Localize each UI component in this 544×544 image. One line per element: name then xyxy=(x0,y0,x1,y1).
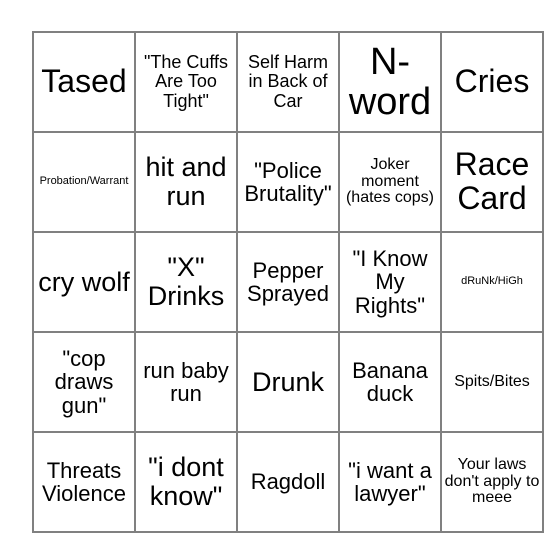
bingo-cell-r5c2[interactable]: "i dont know" xyxy=(134,431,238,533)
bingo-cell-r3c1[interactable]: cry wolf xyxy=(32,231,136,333)
bingo-cell-r4c4[interactable]: Banana duck xyxy=(338,331,442,433)
bingo-cell-r1c3[interactable]: Self Harm in Back of Car xyxy=(236,31,340,133)
bingo-cell-r1c4[interactable]: N-word xyxy=(338,31,442,133)
bingo-cell-r5c1[interactable]: Threats Violence xyxy=(32,431,136,533)
bingo-cell-r5c3[interactable]: Ragdoll xyxy=(236,431,340,533)
bingo-card-container: Tased "The Cuffs Are Too Tight" Self Har… xyxy=(32,31,544,533)
bingo-cell-r2c2[interactable]: hit and run xyxy=(134,131,238,233)
bingo-cell-r2c1[interactable]: Probation/Warrant xyxy=(32,131,136,233)
bingo-cell-r1c5[interactable]: Cries xyxy=(440,31,544,133)
bingo-cell-r4c2[interactable]: run baby run xyxy=(134,331,238,433)
bingo-cell-r2c3[interactable]: "Police Brutality" xyxy=(236,131,340,233)
bingo-cell-r4c3[interactable]: Drunk xyxy=(236,331,340,433)
bingo-cell-r3c2[interactable]: "X" Drinks xyxy=(134,231,238,333)
bingo-cell-r1c1[interactable]: Tased xyxy=(32,31,136,133)
bingo-cell-r3c5[interactable]: dRuNk/HiGh xyxy=(440,231,544,333)
bingo-cell-r1c2[interactable]: "The Cuffs Are Too Tight" xyxy=(134,31,238,133)
bingo-row: cry wolf "X" Drinks Pepper Sprayed "I Kn… xyxy=(32,231,544,333)
bingo-row: Threats Violence "i dont know" Ragdoll "… xyxy=(32,431,544,533)
bingo-cell-r2c4[interactable]: Joker moment (hates cops) xyxy=(338,131,442,233)
bingo-cell-r5c4[interactable]: "i want a lawyer" xyxy=(338,431,442,533)
bingo-cell-r2c5[interactable]: Race Card xyxy=(440,131,544,233)
bingo-cell-r3c3[interactable]: Pepper Sprayed xyxy=(236,231,340,333)
bingo-row: Probation/Warrant hit and run "Police Br… xyxy=(32,131,544,233)
bingo-cell-r3c4[interactable]: "I Know My Rights" xyxy=(338,231,442,333)
bingo-card-grid: Tased "The Cuffs Are Too Tight" Self Har… xyxy=(32,31,544,533)
bingo-row: Tased "The Cuffs Are Too Tight" Self Har… xyxy=(32,31,544,133)
bingo-row: "cop draws gun" run baby run Drunk Banan… xyxy=(32,331,544,433)
bingo-card-body: Tased "The Cuffs Are Too Tight" Self Har… xyxy=(32,31,544,533)
bingo-cell-r5c5[interactable]: Your laws don't apply to meee xyxy=(440,431,544,533)
bingo-cell-r4c1[interactable]: "cop draws gun" xyxy=(32,331,136,433)
bingo-cell-r4c5[interactable]: Spits/Bites xyxy=(440,331,544,433)
